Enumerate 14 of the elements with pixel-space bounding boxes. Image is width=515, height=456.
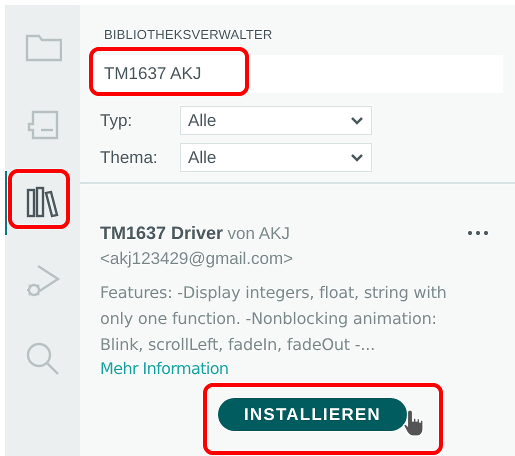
filter-dropdown[interactable]: Alle <box>180 143 372 172</box>
more-options-icon[interactable] <box>467 230 489 236</box>
filter-label: Thema: <box>100 146 159 169</box>
panel-title: BIBLIOTHEKSVERWALTER <box>104 27 272 42</box>
filter-label: Typ: <box>100 110 134 132</box>
library-author: von AKJ <box>228 224 290 243</box>
search-field[interactable]: TM1637 AKJ <box>92 55 503 93</box>
filter-dropdown[interactable]: Alle <box>180 106 372 135</box>
library-name: TM1637 Driver <box>100 223 224 243</box>
library-description: Features: -Display integers, float, string with only one function. -Nonblocking animation: Blink, scrollLeft, fadeIn, fadeOut -... <box>100 282 448 356</box>
chevron-down-icon <box>350 153 364 162</box>
chevron-down-icon <box>350 116 364 125</box>
library-email: <akj123429@gmail.com> <box>100 248 294 270</box>
install-button[interactable]: INSTALLIEREN <box>218 398 407 431</box>
